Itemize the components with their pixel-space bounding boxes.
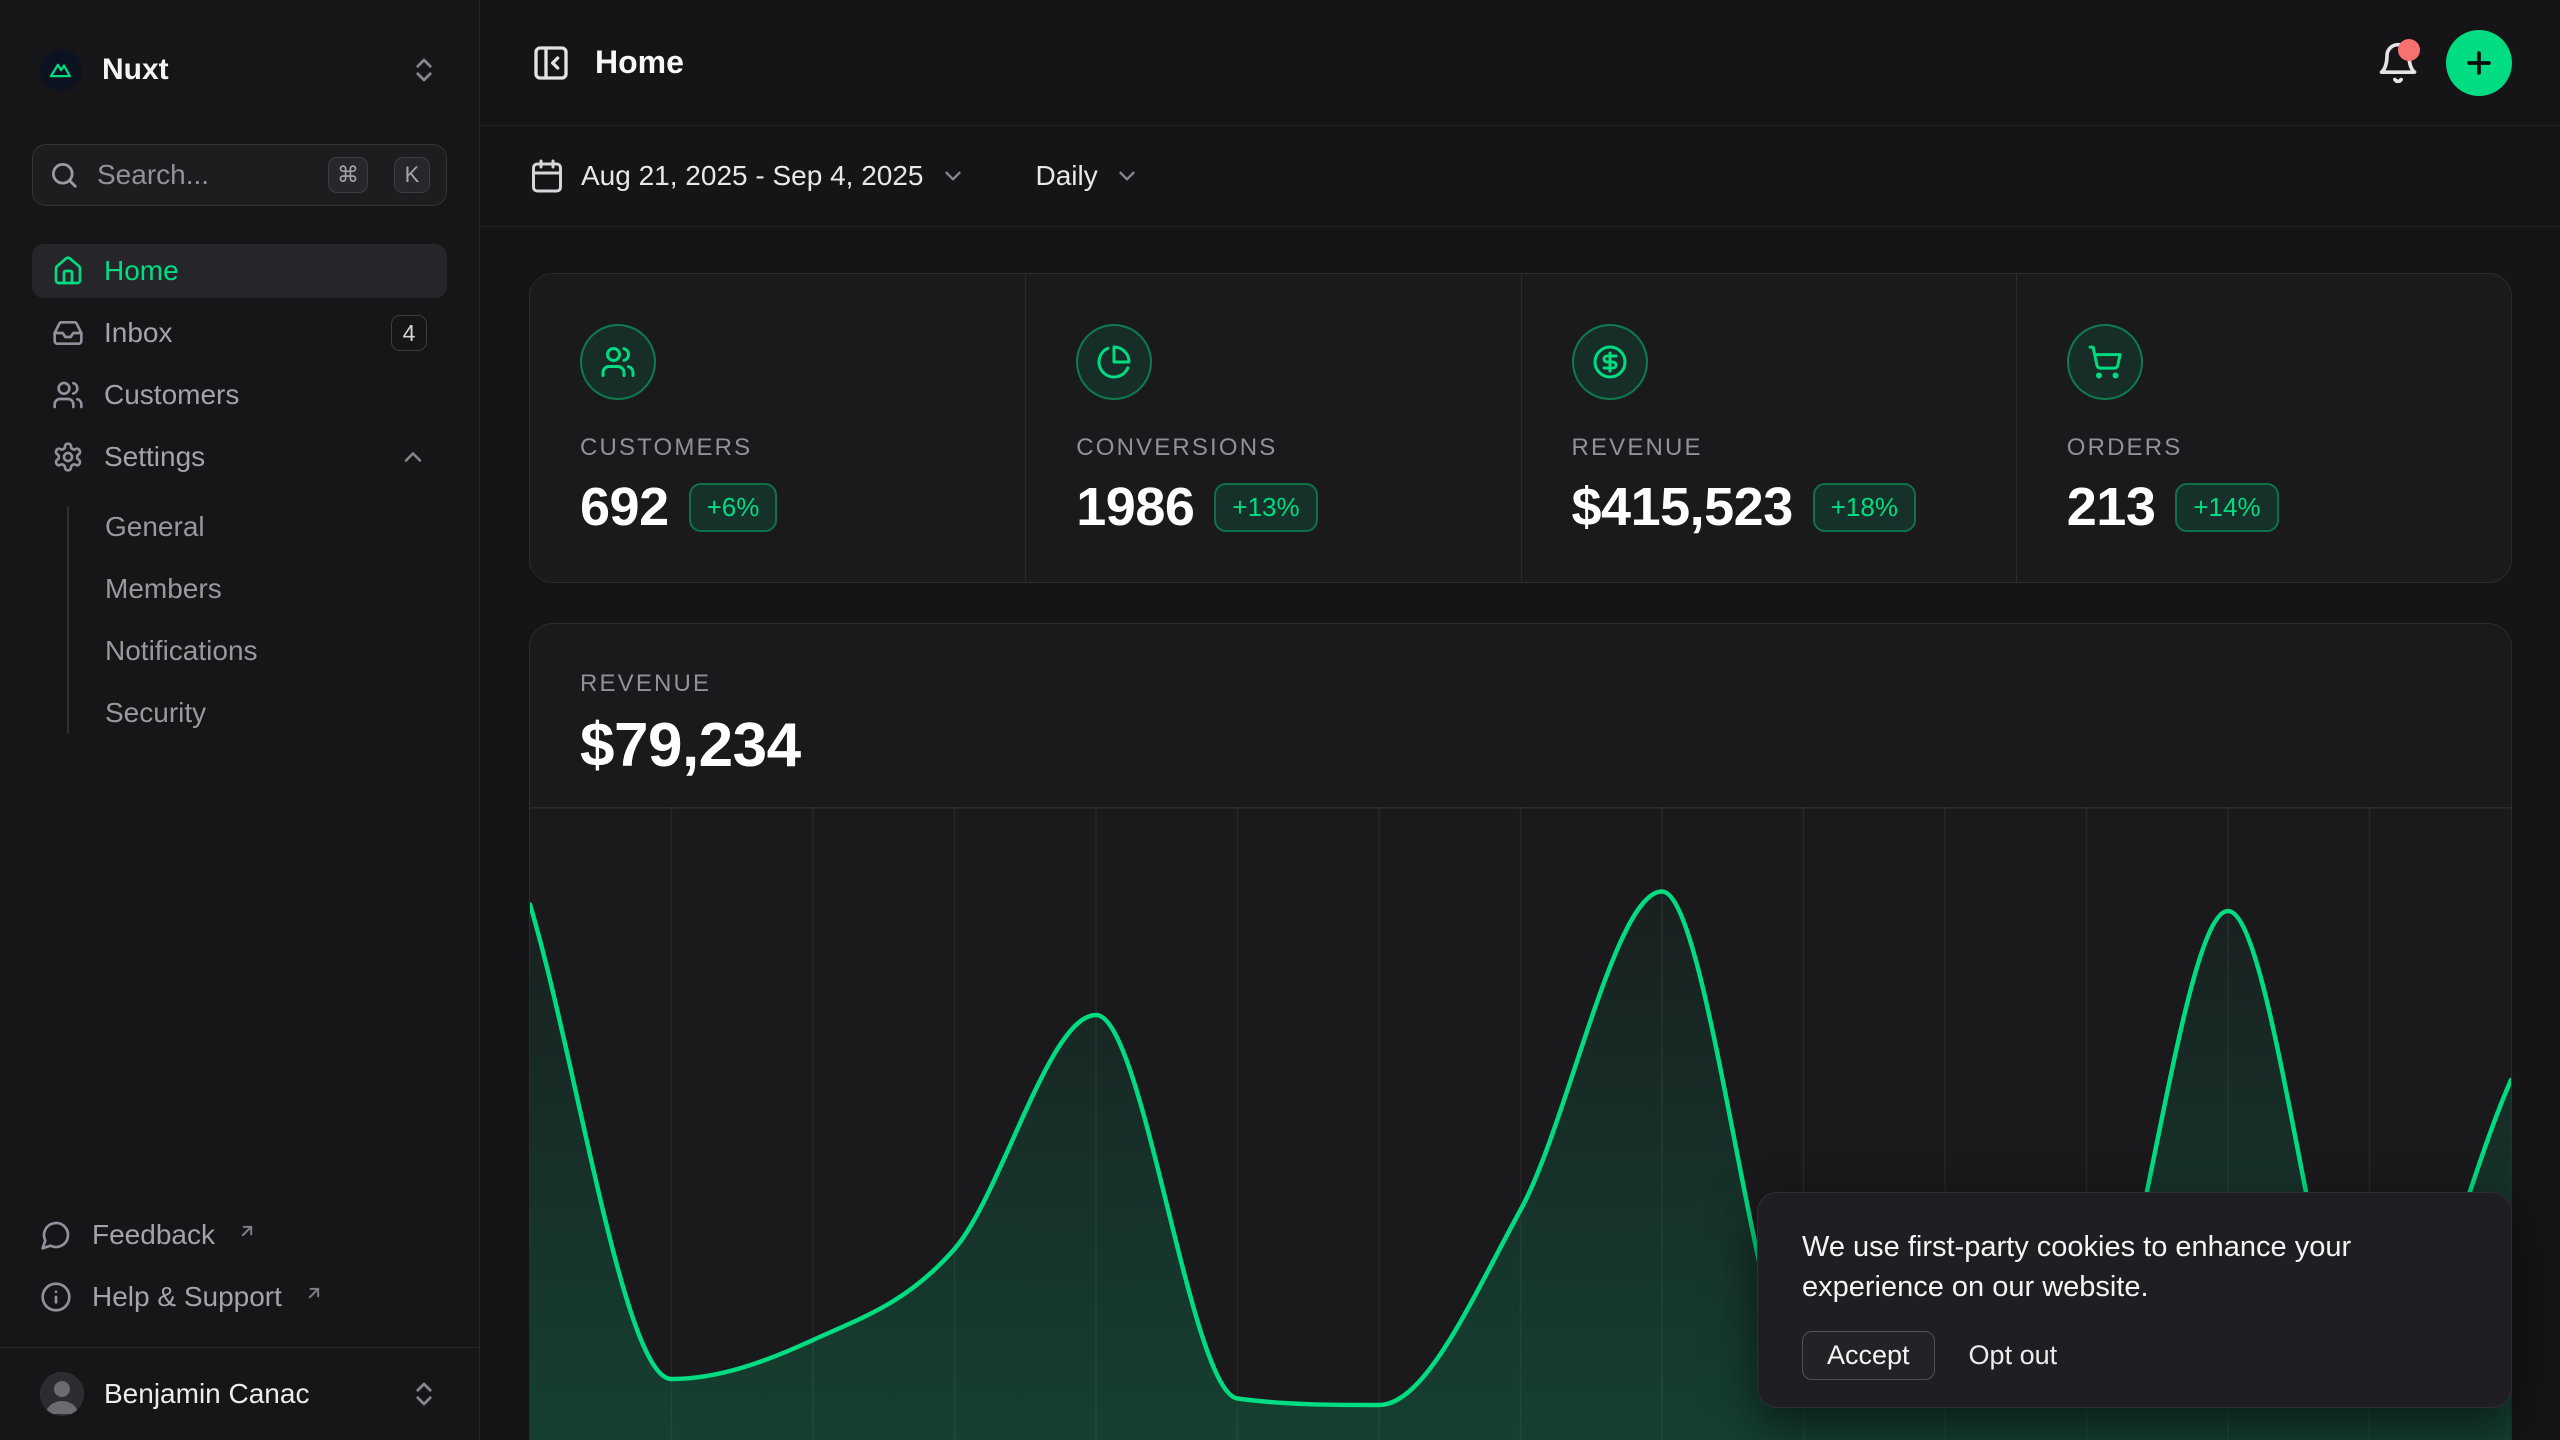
plus-icon bbox=[2462, 46, 2496, 80]
info-circle-icon bbox=[40, 1281, 72, 1313]
stat-customers[interactable]: CUSTOMERS 692 +6% bbox=[530, 274, 1025, 583]
chevrons-up-down-icon bbox=[409, 55, 439, 85]
sidebar-item-label: Customers bbox=[104, 379, 239, 411]
stat-delta-badge: +18% bbox=[1813, 483, 1916, 532]
stats-row: CUSTOMERS 692 +6% CONVERSIONS 1986 bbox=[529, 273, 2512, 583]
granularity-value: Daily bbox=[1036, 160, 1098, 192]
inbox-icon bbox=[52, 317, 84, 349]
cookie-message: We use first-party cookies to enhance yo… bbox=[1802, 1227, 2467, 1307]
collapse-sidebar-button[interactable] bbox=[529, 41, 573, 85]
chevrons-up-down-icon bbox=[409, 1379, 439, 1409]
sidebar: Nuxt Search... ⌘ K bbox=[0, 0, 480, 1440]
sidebar-item-customers[interactable]: Customers bbox=[32, 368, 447, 422]
user-menu[interactable]: Benjamin Canac bbox=[0, 1348, 479, 1440]
users-icon bbox=[52, 379, 84, 411]
user-avatar bbox=[40, 1372, 84, 1416]
optout-cookies-button[interactable]: Opt out bbox=[1965, 1332, 2062, 1379]
stat-label: ORDERS bbox=[2067, 434, 2461, 462]
dashboard-app: Nuxt Search... ⌘ K bbox=[0, 0, 2560, 1440]
help-support-link[interactable]: Help & Support bbox=[32, 1273, 447, 1321]
nuxt-logo-icon bbox=[40, 49, 82, 91]
inbox-unread-badge: 4 bbox=[391, 315, 427, 351]
stat-conversions[interactable]: CONVERSIONS 1986 +13% bbox=[1025, 274, 1520, 583]
stat-orders[interactable]: ORDERS 213 +14% bbox=[2016, 274, 2511, 583]
sidebar-subitem-security[interactable]: Security bbox=[32, 686, 447, 740]
external-link-icon bbox=[304, 1283, 324, 1303]
stat-value: $415,523 bbox=[1572, 476, 1793, 538]
chevron-down-icon bbox=[1114, 163, 1140, 189]
search-input[interactable]: Search... ⌘ K bbox=[32, 144, 447, 206]
stat-value: 692 bbox=[580, 476, 669, 538]
notification-dot bbox=[2398, 39, 2420, 61]
filters-toolbar: Aug 21, 2025 - Sep 4, 2025 Daily bbox=[481, 126, 2560, 227]
chevron-up-icon bbox=[399, 443, 427, 471]
calendar-icon bbox=[529, 158, 565, 194]
page-header: Home bbox=[481, 0, 2560, 126]
cookie-banner: We use first-party cookies to enhance yo… bbox=[1757, 1192, 2512, 1408]
accept-cookies-button[interactable]: Accept bbox=[1802, 1331, 1935, 1380]
users-icon bbox=[580, 324, 656, 400]
sidebar-subitem-notifications[interactable]: Notifications bbox=[32, 624, 447, 678]
user-name: Benjamin Canac bbox=[104, 1378, 309, 1410]
sidebar-item-label: Home bbox=[104, 255, 179, 287]
sidebar-item-settings[interactable]: Settings bbox=[32, 430, 447, 484]
dollar-circle-icon bbox=[1572, 324, 1648, 400]
sidebar-subitem-general[interactable]: General bbox=[32, 500, 447, 554]
home-icon bbox=[52, 255, 84, 287]
search-icon bbox=[49, 160, 79, 190]
chevron-down-icon bbox=[940, 163, 966, 189]
stat-delta-badge: +6% bbox=[689, 483, 778, 532]
sidebar-item-label: Inbox bbox=[104, 317, 173, 349]
stat-delta-badge: +14% bbox=[2175, 483, 2278, 532]
revenue-chart-value: $79,234 bbox=[580, 710, 2461, 781]
feedback-link[interactable]: Feedback bbox=[32, 1211, 447, 1259]
stat-label: CONVERSIONS bbox=[1076, 434, 1470, 462]
kbd-k: K bbox=[394, 157, 430, 193]
notifications-button[interactable] bbox=[2376, 41, 2420, 85]
settings-subnav: General Members Notifications Security bbox=[32, 500, 447, 740]
stat-delta-badge: +13% bbox=[1214, 483, 1317, 532]
sidebar-item-inbox[interactable]: Inbox 4 bbox=[32, 306, 447, 360]
team-switcher[interactable]: Nuxt bbox=[32, 36, 447, 104]
stat-revenue[interactable]: REVENUE $415,523 +18% bbox=[1521, 274, 2016, 583]
stat-label: CUSTOMERS bbox=[580, 434, 975, 462]
add-button[interactable] bbox=[2446, 30, 2512, 96]
pie-chart-icon bbox=[1076, 324, 1152, 400]
stat-value: 1986 bbox=[1076, 476, 1194, 538]
page-title: Home bbox=[595, 44, 684, 81]
date-range-picker[interactable]: Aug 21, 2025 - Sep 4, 2025 bbox=[515, 148, 980, 204]
external-link-icon bbox=[237, 1221, 257, 1241]
stat-label: REVENUE bbox=[1572, 434, 1966, 462]
date-range-value: Aug 21, 2025 - Sep 4, 2025 bbox=[581, 160, 924, 192]
sidebar-subitem-members[interactable]: Members bbox=[32, 562, 447, 616]
message-bubble-icon bbox=[40, 1219, 72, 1251]
sidebar-footer: Feedback Help & Support bbox=[32, 1211, 447, 1347]
team-name: Nuxt bbox=[102, 53, 169, 87]
shopping-cart-icon bbox=[2067, 324, 2143, 400]
search-placeholder: Search... bbox=[97, 159, 310, 191]
sidebar-item-home[interactable]: Home bbox=[32, 244, 447, 298]
stat-value: 213 bbox=[2067, 476, 2156, 538]
revenue-chart-label: REVENUE bbox=[580, 670, 2461, 698]
sidebar-nav: Home Inbox 4 C bbox=[32, 244, 447, 740]
granularity-select[interactable]: Daily bbox=[1022, 150, 1154, 202]
sidebar-item-label: Settings bbox=[104, 441, 205, 473]
kbd-meta: ⌘ bbox=[328, 157, 368, 193]
gear-icon bbox=[52, 441, 84, 473]
